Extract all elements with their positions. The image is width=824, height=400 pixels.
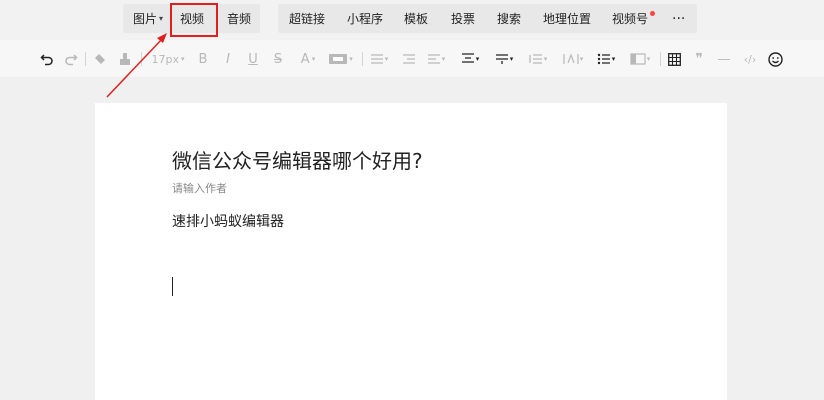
text-cursor xyxy=(172,277,173,296)
insert-template-button[interactable]: 模板 xyxy=(404,4,428,33)
list-button[interactable]: ▾ xyxy=(595,49,617,69)
notification-dot xyxy=(650,11,655,16)
divider-icon: — xyxy=(717,51,731,67)
video-highlight-box xyxy=(170,3,218,37)
channels-label: 视频号 xyxy=(612,12,649,26)
caret-down-icon: ▾ xyxy=(543,55,548,63)
table-icon[interactable] xyxy=(667,49,681,69)
code-icon: ‹/› xyxy=(743,52,757,66)
vote-label: 投票 xyxy=(451,12,476,26)
caret-down-icon: ▾ xyxy=(311,55,316,63)
caret-down-icon: ▾ xyxy=(441,55,446,63)
more-icon: ··· xyxy=(672,10,686,27)
insert-channels-button[interactable]: 视频号 xyxy=(612,4,648,33)
article-title[interactable]: 微信公众号编辑器哪个好用? xyxy=(172,145,423,174)
quote-icon: ❞ xyxy=(695,51,703,67)
background-color-button[interactable]: ▾ xyxy=(328,49,354,69)
underline-button[interactable]: U xyxy=(246,49,260,69)
font-size-select[interactable]: 17px ▾ xyxy=(148,49,188,69)
align-button[interactable]: ▾ xyxy=(368,49,390,69)
editor-paper[interactable]: 微信公众号编辑器哪个好用? 请输入作者 速排小蚂蚁编辑器 xyxy=(95,103,727,400)
font-color-icon: A xyxy=(300,51,310,67)
redo-icon[interactable] xyxy=(64,49,78,69)
insert-image-label: 图片 xyxy=(133,12,158,26)
insert-group: 超链接 小程序 模板 投票 搜索 地理位置 视频号 ··· xyxy=(278,4,697,33)
outdent-button[interactable]: ▾ xyxy=(425,49,447,69)
toolbar-divider xyxy=(660,52,661,66)
caret-down-icon: ▾ xyxy=(180,55,185,63)
article-body-text[interactable]: 速排小蚂蚁编辑器 xyxy=(172,211,284,231)
caret-down-icon: ▾ xyxy=(579,55,584,63)
eraser-icon[interactable] xyxy=(92,49,108,69)
strikethrough-button[interactable]: S xyxy=(271,49,285,69)
paragraph-spacing-after-button[interactable]: ▾ xyxy=(493,49,515,69)
paragraph-spacing-before-button[interactable]: ▾ xyxy=(459,49,481,69)
quote-button[interactable]: ❞ xyxy=(691,49,707,69)
toolbar-divider xyxy=(362,52,363,66)
template-label: 模板 xyxy=(404,12,429,26)
undo-icon[interactable] xyxy=(40,49,54,69)
italic-button[interactable]: I xyxy=(221,49,235,69)
insert-search-button[interactable]: 搜索 xyxy=(497,4,521,33)
bold-button[interactable]: B xyxy=(196,49,210,69)
caret-down-icon: ▾ xyxy=(159,14,164,23)
underline-icon: U xyxy=(248,51,258,67)
caret-down-icon: ▾ xyxy=(475,55,480,63)
bold-icon: B xyxy=(198,51,208,67)
insert-miniprogram-button[interactable]: 小程序 xyxy=(347,4,383,33)
font-color-button[interactable]: A ▾ xyxy=(296,49,320,69)
author-input[interactable]: 请输入作者 xyxy=(172,180,227,196)
toolbar-divider xyxy=(85,52,86,66)
emoji-icon[interactable] xyxy=(767,49,783,69)
format-painter-icon[interactable] xyxy=(117,49,133,69)
font-size-value: 17px xyxy=(151,52,179,66)
insert-hyperlink-button[interactable]: 超链接 xyxy=(289,4,325,33)
miniprogram-label: 小程序 xyxy=(347,12,384,26)
insert-location-button[interactable]: 地理位置 xyxy=(543,4,591,33)
code-button[interactable]: ‹/› xyxy=(740,49,760,69)
format-toolbar: 17px ▾ B I U S A ▾ ▾ ▾ ▾ ▾ ▾ ▾ ▾ ▾ ▾ ❞ — ‹… xyxy=(0,40,824,77)
toolbar-divider xyxy=(141,52,142,66)
caret-down-icon: ▾ xyxy=(384,55,389,63)
indent-button[interactable] xyxy=(402,49,416,69)
letter-spacing-button[interactable]: ▾ xyxy=(561,49,585,69)
caret-down-icon: ▾ xyxy=(349,55,353,63)
insert-image-button[interactable]: 图片 ▾ xyxy=(133,4,163,33)
more-button[interactable]: ··· xyxy=(672,4,685,33)
caret-down-icon: ▾ xyxy=(646,55,651,63)
search-label: 搜索 xyxy=(497,12,522,26)
divider-button[interactable]: — xyxy=(716,49,732,69)
border-style-button[interactable]: ▾ xyxy=(627,49,653,69)
hyperlink-label: 超链接 xyxy=(289,12,326,26)
insert-vote-button[interactable]: 投票 xyxy=(451,4,475,33)
line-height-button[interactable]: ▾ xyxy=(527,49,549,69)
strikethrough-icon: S xyxy=(273,51,283,67)
insert-audio-label: 音频 xyxy=(227,12,252,26)
caret-down-icon: ▾ xyxy=(509,55,514,63)
italic-icon: I xyxy=(226,51,230,67)
location-label: 地理位置 xyxy=(543,12,592,26)
insert-toolbar: 图片 ▾ 视频 音频 超链接 小程序 模板 投票 搜索 地理位置 视频号 ··· xyxy=(0,0,824,40)
caret-down-icon: ▾ xyxy=(611,55,616,63)
insert-audio-button[interactable]: 音频 xyxy=(227,4,251,33)
